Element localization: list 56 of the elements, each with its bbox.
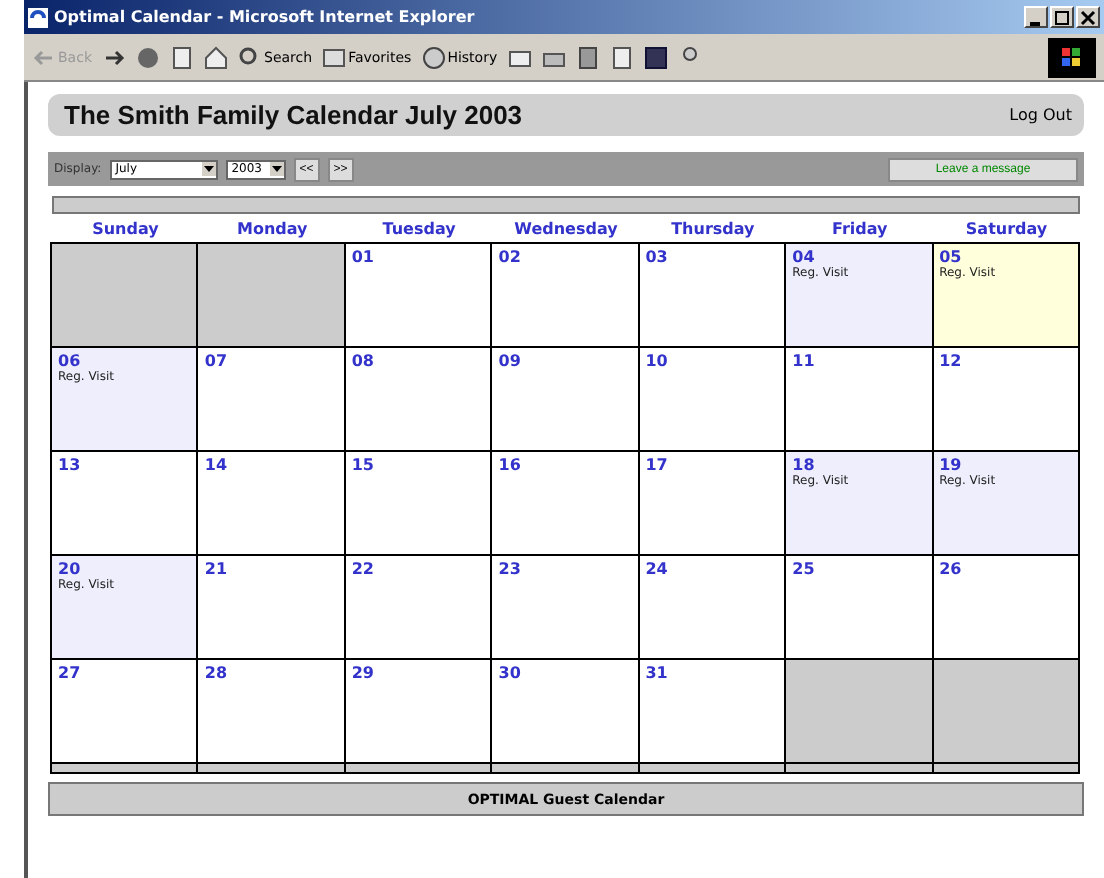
weekday-header: Wednesday <box>512 220 620 238</box>
edit-button[interactable] <box>575 45 600 69</box>
date-number[interactable]: 02 <box>498 248 632 266</box>
logout-link[interactable]: Log Out <box>1009 106 1072 124</box>
weekday-header: Thursday <box>669 220 757 238</box>
messenger-button[interactable] <box>643 45 668 69</box>
dropdown-arrow-icon[interactable] <box>201 162 216 176</box>
date-number[interactable]: 29 <box>351 664 485 682</box>
weekday-header: Friday <box>829 220 890 238</box>
date-number[interactable]: 10 <box>645 352 779 370</box>
calendar-title: The Smith Family Calendar July 2003 <box>64 100 523 130</box>
window-title: Optimal Calendar - Microsoft Internet Explorer <box>54 8 477 26</box>
date-number[interactable]: 08 <box>351 352 485 370</box>
date-number[interactable]: 27 <box>58 664 191 682</box>
date-number[interactable]: 17 <box>645 456 779 474</box>
date-number[interactable]: 26 <box>939 560 1072 578</box>
discuss-button[interactable] <box>609 45 634 69</box>
forward-button[interactable] <box>102 45 126 69</box>
date-number[interactable]: 03 <box>645 248 779 266</box>
date-number[interactable]: 15 <box>351 456 485 474</box>
date-number[interactable]: 14 <box>204 456 338 474</box>
dropdown-arrow-icon[interactable] <box>269 162 284 176</box>
date-number[interactable]: 19 <box>939 456 1072 474</box>
date-number[interactable]: 16 <box>498 456 632 474</box>
mail-button[interactable] <box>507 45 532 69</box>
home-button[interactable] <box>204 45 228 69</box>
date-number[interactable]: 21 <box>204 560 338 578</box>
date-number[interactable]: 01 <box>351 248 485 266</box>
refresh-button[interactable] <box>170 45 194 69</box>
date-number[interactable]: 05 <box>939 248 1072 266</box>
date-number[interactable]: 24 <box>645 560 779 578</box>
date-number[interactable]: 13 <box>58 456 191 474</box>
windows-logo-icon <box>1048 37 1096 77</box>
date-number[interactable]: 23 <box>498 560 632 578</box>
date-number[interactable]: 04 <box>792 248 926 266</box>
date-number[interactable]: 11 <box>792 352 926 370</box>
date-number[interactable]: 20 <box>58 560 191 578</box>
date-number[interactable]: 09 <box>498 352 632 370</box>
history-icon[interactable] <box>421 45 446 69</box>
date-number[interactable]: 22 <box>351 560 485 578</box>
stop-button[interactable] <box>136 45 160 69</box>
favorites-icon[interactable] <box>322 45 347 69</box>
weekday-header: Tuesday <box>380 220 458 238</box>
date-number[interactable]: 28 <box>204 664 338 682</box>
date-number[interactable]: 18 <box>792 456 926 474</box>
date-number[interactable]: 25 <box>792 560 926 578</box>
search-icon[interactable] <box>238 45 262 69</box>
date-number[interactable]: 12 <box>939 352 1072 370</box>
weekday-header: Saturday <box>963 220 1050 238</box>
date-number[interactable]: 07 <box>204 352 338 370</box>
date-number[interactable]: 06 <box>58 352 191 370</box>
date-number[interactable]: 30 <box>498 664 632 682</box>
weekday-header: Monday <box>235 220 310 238</box>
weekday-header: Sunday <box>90 220 161 238</box>
date-number[interactable]: 31 <box>645 664 779 682</box>
browser-icon <box>28 7 48 27</box>
